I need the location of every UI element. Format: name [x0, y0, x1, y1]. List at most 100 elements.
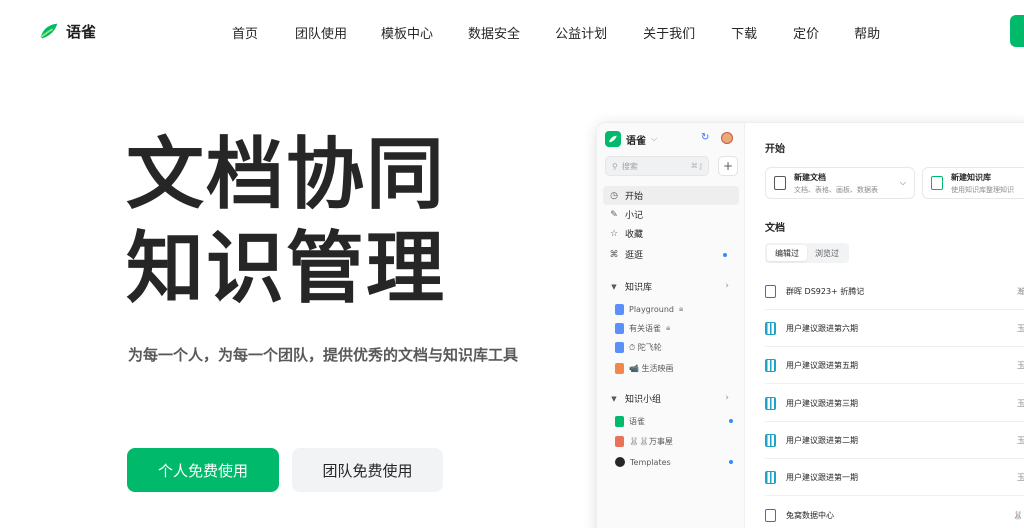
nav-security[interactable]: 数据安全: [468, 23, 520, 42]
doc-row[interactable]: 用户建议跟进第二期 玉伯: [765, 422, 1024, 459]
team-free-button[interactable]: 团队免费使用: [292, 448, 443, 492]
nav-charity[interactable]: 公益计划: [555, 23, 607, 42]
group-label: 🐰🐰万事屋: [629, 436, 673, 446]
sidebar-section-knowledge[interactable]: ▼ 知识库 ›: [603, 277, 739, 296]
unread-dot: [729, 419, 733, 423]
book-icon: [615, 341, 624, 353]
doc-row[interactable]: 用户建议跟进第五期 玉伯: [765, 347, 1024, 384]
section-label: 知识库: [625, 283, 653, 293]
yuque-logo-icon: [605, 131, 621, 147]
app-sidebar: 语雀 ⌵ ↻ ⚲ 搜索 ⌘ J + ◷ 开始 ✎ 小记 ☆ 收藏 ⌘ 逛逛 ▼: [597, 123, 745, 528]
unread-dot: [723, 253, 727, 257]
sidebar-item-favorites[interactable]: ☆ 收藏: [603, 224, 739, 243]
docs-heading: 文档: [765, 223, 785, 234]
nav-templates[interactable]: 模板中心: [381, 23, 433, 42]
doc-author: 玉伯: [1017, 323, 1024, 334]
book-label: ⏱ 陀飞轮: [629, 342, 662, 352]
board-icon: [765, 470, 776, 484]
group-item[interactable]: 语雀: [615, 412, 739, 430]
caret-down-icon: ▼: [611, 394, 617, 403]
card-desc: 使用知识库整理知识: [951, 185, 1014, 194]
board-icon: [765, 321, 776, 335]
add-button[interactable]: +: [718, 156, 738, 176]
hero-subtitle: 为每一个人，为每一个团队，提供优秀的文档与知识库工具: [128, 346, 519, 364]
doc-icon: [765, 284, 776, 298]
group-label: Templates: [630, 457, 671, 467]
new-book-card[interactable]: 新建知识库 使用知识库整理知识: [922, 167, 1024, 199]
chevron-down-icon: ⌵: [651, 134, 658, 143]
doc-author: 瀚德: [1017, 286, 1024, 297]
doc-row[interactable]: 用户建议跟进第六期 玉伯: [765, 310, 1024, 347]
hero-title-line1: 文档协同: [126, 130, 447, 220]
hero-title: 文档协同 知识管理: [126, 128, 446, 316]
star-icon: ☆: [609, 228, 619, 239]
grid-icon: ⌘: [609, 249, 619, 260]
notification-icon[interactable]: ↻: [701, 132, 709, 143]
doc-row[interactable]: 兔窝数据中心 🐰🐰: [765, 497, 1024, 528]
doc-title: 用户建议跟进第五期: [786, 360, 858, 370]
github-icon: [615, 457, 625, 467]
hero-title-line2: 知识管理: [126, 224, 447, 314]
group-item[interactable]: Templates: [615, 453, 739, 471]
chevron-right-icon: ›: [725, 281, 729, 291]
sidebar-item-notes[interactable]: ✎ 小记: [603, 205, 739, 224]
lock-icon: 🔒︎: [666, 323, 671, 332]
personal-free-button[interactable]: 个人免费使用: [127, 448, 279, 492]
pen-icon: ✎: [610, 209, 618, 220]
clock-icon: ◷: [610, 190, 618, 201]
nav-help[interactable]: 帮助: [854, 23, 880, 42]
section-label: 知识小组: [625, 395, 662, 405]
lock-icon: 🔒︎: [679, 304, 684, 313]
sidebar-item-explore[interactable]: ⌘ 逛逛: [603, 245, 739, 264]
sidebar-section-groups[interactable]: ▼ 知识小组 ›: [603, 389, 739, 408]
nav-login-button[interactable]: [1010, 15, 1024, 47]
group-item[interactable]: 🐰🐰万事屋: [615, 432, 739, 450]
new-doc-icon: [774, 176, 786, 190]
doc-title: 兔窝数据中心: [786, 510, 834, 520]
book-item[interactable]: Playground 🔒︎: [615, 300, 739, 318]
unread-dot: [729, 460, 733, 464]
book-item[interactable]: 有关语雀 🔒︎: [615, 319, 739, 337]
chevron-down-icon[interactable]: ⌵: [900, 178, 906, 188]
top-nav: 首页 团队使用 模板中心 数据安全 公益计划 关于我们 下载 定价 帮助: [232, 23, 880, 42]
search-shortcut: ⌘ J: [690, 162, 702, 170]
sidebar-item-label: 逛逛: [625, 251, 644, 261]
avatar[interactable]: [721, 132, 733, 144]
group-label: 语雀: [629, 416, 645, 426]
nav-home[interactable]: 首页: [232, 23, 258, 42]
tab-edited[interactable]: 编辑过: [767, 245, 807, 261]
tab-viewed[interactable]: 浏览过: [807, 245, 847, 261]
doc-row[interactable]: 群晖 DS923+ 折腾记 瀚德: [765, 273, 1024, 310]
nav-pricing[interactable]: 定价: [793, 23, 819, 42]
book-icon: [615, 303, 624, 315]
book-item[interactable]: 📹 生活映画: [615, 359, 739, 377]
brand-name: 语雀: [66, 22, 97, 41]
doc-row[interactable]: 用户建议跟进第一期 玉伯: [765, 459, 1024, 496]
doc-title: 用户建议跟进第二期: [786, 435, 858, 445]
search-input[interactable]: ⚲ 搜索 ⌘ J: [605, 156, 709, 176]
new-doc-card[interactable]: 新建文档 文档、表格、画板、数据表 ⌵: [765, 167, 915, 199]
space-switcher[interactable]: 语雀 ⌵: [605, 131, 657, 147]
chevron-right-icon: ›: [725, 393, 729, 403]
book-item[interactable]: ⏱ 陀飞轮: [615, 338, 739, 356]
doc-author: 玉伯: [1017, 360, 1024, 371]
logo[interactable]: 语雀: [38, 20, 96, 42]
app-preview: 语雀 ⌵ ↻ ⚲ 搜索 ⌘ J + ◷ 开始 ✎ 小记 ☆ 收藏 ⌘ 逛逛 ▼: [596, 122, 1024, 528]
yuque-group-icon: [615, 415, 624, 427]
board-icon: [765, 358, 776, 372]
book-icon: [615, 322, 624, 334]
card-title: 新建知识库: [951, 172, 991, 182]
doc-icon: [765, 508, 776, 522]
nav-download[interactable]: 下载: [731, 23, 757, 42]
board-icon: [765, 396, 776, 410]
nav-about[interactable]: 关于我们: [643, 23, 695, 42]
doc-row[interactable]: 用户建议跟进第三期 玉伯: [765, 385, 1024, 422]
doc-author: 玉伯: [1017, 435, 1024, 446]
caret-down-icon: ▼: [611, 282, 617, 291]
nav-team[interactable]: 团队使用: [295, 23, 347, 42]
sidebar-item-start[interactable]: ◷ 开始: [603, 186, 739, 205]
photo-icon: [615, 362, 624, 374]
app-main: 开始 新建文档 文档、表格、画板、数据表 ⌵ 新建知识库 使用知识库整理知识 文…: [745, 123, 1024, 528]
docs-tabs: 编辑过 浏览过: [765, 243, 849, 263]
new-book-icon: [931, 176, 943, 190]
